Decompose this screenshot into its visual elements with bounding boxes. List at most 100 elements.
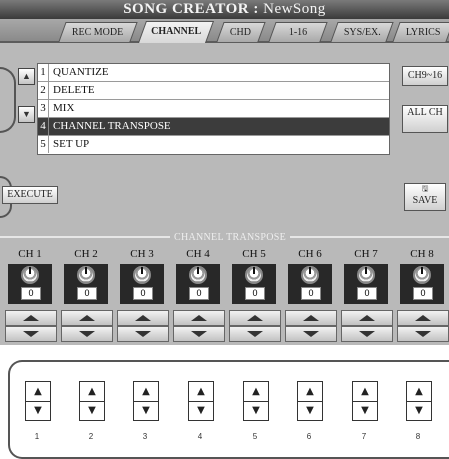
hardware-updown-button-3[interactable]: ▲ ▼ <box>133 381 159 421</box>
transpose-down-button[interactable] <box>61 326 113 342</box>
side-button-bracket-top <box>0 67 16 133</box>
up-arrow-icon[interactable]: ▲ <box>353 382 377 402</box>
tab-rec-mode[interactable]: REC MODE <box>58 22 138 42</box>
hardware-button-number: 4 <box>197 432 203 441</box>
hardware-button-number: 1 <box>34 432 40 441</box>
transpose-down-button[interactable] <box>285 326 337 342</box>
transpose-down-button[interactable] <box>5 326 57 342</box>
tab-bar: REC MODE CHANNEL CHD 1-16 SYS/EX. LYRICS <box>0 19 449 43</box>
floppy-disk-icon: 🖫 <box>421 184 429 193</box>
transpose-up-button[interactable] <box>229 310 281 326</box>
transpose-down-button[interactable] <box>117 326 169 342</box>
tab-chd[interactable]: CHD <box>216 22 266 42</box>
list-item-set-up[interactable]: 5 SET UP <box>38 136 389 153</box>
transpose-down-button[interactable] <box>341 326 393 342</box>
up-triangle-icon <box>247 315 263 321</box>
save-button[interactable]: 🖫 SAVE <box>404 183 446 211</box>
knob-icon <box>77 266 95 284</box>
transpose-up-button[interactable] <box>173 310 225 326</box>
transpose-down-button[interactable] <box>397 326 449 342</box>
hardware-button-panel <box>8 360 449 459</box>
tab-sys-ex[interactable]: SYS/EX. <box>330 22 394 42</box>
song-name: NewSong <box>263 1 326 17</box>
up-arrow-icon[interactable]: ▲ <box>80 382 104 402</box>
channel-label: CH 7 <box>354 248 378 260</box>
channel-label: CH 1 <box>18 248 42 260</box>
list-item-channel-transpose[interactable]: 4 CHANNEL TRANSPOSE <box>38 118 389 136</box>
hardware-updown-button-7[interactable]: ▲ ▼ <box>352 381 378 421</box>
up-triangle-icon: ▲ <box>22 71 31 81</box>
hardware-updown-button-1[interactable]: ▲ ▼ <box>25 381 51 421</box>
channel-label: CH 8 <box>410 248 434 260</box>
transpose-down-button[interactable] <box>173 326 225 342</box>
transpose-knob[interactable]: 0 <box>400 264 444 304</box>
transpose-up-button[interactable] <box>285 310 337 326</box>
list-up-button[interactable]: ▲ <box>18 68 35 85</box>
list-down-button[interactable]: ▼ <box>18 106 35 123</box>
hardware-updown-button-4[interactable]: ▲ ▼ <box>188 381 214 421</box>
up-arrow-icon[interactable]: ▲ <box>407 382 431 402</box>
up-arrow-icon[interactable]: ▲ <box>26 382 50 402</box>
transpose-up-button[interactable] <box>397 310 449 326</box>
down-arrow-icon[interactable]: ▼ <box>134 401 158 420</box>
up-triangle-icon <box>359 315 375 321</box>
hardware-updown-button-2[interactable]: ▲ ▼ <box>79 381 105 421</box>
transpose-up-button[interactable] <box>341 310 393 326</box>
knob-icon <box>21 266 39 284</box>
down-arrow-icon[interactable]: ▼ <box>407 401 431 420</box>
down-arrow-icon[interactable]: ▼ <box>26 401 50 420</box>
execute-button[interactable]: EXECUTE <box>2 186 58 204</box>
knob-icon <box>357 266 375 284</box>
channel-label: CH 3 <box>130 248 154 260</box>
down-arrow-icon[interactable]: ▼ <box>298 401 322 420</box>
transpose-knob[interactable]: 0 <box>288 264 332 304</box>
tab-lyrics[interactable]: LYRICS <box>392 22 449 42</box>
up-triangle-icon <box>303 315 319 321</box>
transpose-value: 0 <box>21 287 41 300</box>
tab-1-16[interactable]: 1-16 <box>268 22 328 42</box>
up-arrow-icon[interactable]: ▲ <box>134 382 158 402</box>
knob-icon <box>245 266 263 284</box>
title-bar: SONG CREATOR : NewSong <box>0 0 449 19</box>
all-ch-button[interactable]: ALL CH <box>402 105 448 133</box>
hardware-updown-button-6[interactable]: ▲ ▼ <box>297 381 323 421</box>
transpose-knob[interactable]: 0 <box>176 264 220 304</box>
title-separator: : <box>249 1 264 17</box>
down-triangle-icon <box>303 331 319 337</box>
transpose-value: 0 <box>301 287 321 300</box>
down-arrow-icon[interactable]: ▼ <box>244 401 268 420</box>
up-triangle-icon <box>79 315 95 321</box>
down-arrow-icon[interactable]: ▼ <box>353 401 377 420</box>
transpose-value: 0 <box>77 287 97 300</box>
channel-strip: CH 3 0 <box>115 248 169 344</box>
down-triangle-icon <box>359 331 375 337</box>
down-triangle-icon <box>23 331 39 337</box>
hardware-updown-button-8[interactable]: ▲ ▼ <box>406 381 432 421</box>
transpose-knob[interactable]: 0 <box>232 264 276 304</box>
list-item-quantize[interactable]: 1 QUANTIZE <box>38 64 389 82</box>
channel-strip: CH 4 0 <box>171 248 225 344</box>
transpose-up-button[interactable] <box>117 310 169 326</box>
transpose-up-button[interactable] <box>61 310 113 326</box>
up-arrow-icon[interactable]: ▲ <box>244 382 268 402</box>
ch-range-button[interactable]: CH9~16 <box>402 66 448 86</box>
hardware-updown-button-5[interactable]: ▲ ▼ <box>243 381 269 421</box>
transpose-knob[interactable]: 0 <box>8 264 52 304</box>
transpose-knob[interactable]: 0 <box>120 264 164 304</box>
down-arrow-icon[interactable]: ▼ <box>189 401 213 420</box>
up-arrow-icon[interactable]: ▲ <box>189 382 213 402</box>
up-triangle-icon <box>415 315 431 321</box>
tab-channel[interactable]: CHANNEL <box>137 21 215 43</box>
hardware-button-number: 3 <box>142 432 148 441</box>
transpose-down-button[interactable] <box>229 326 281 342</box>
transpose-knob[interactable]: 0 <box>64 264 108 304</box>
transpose-up-button[interactable] <box>5 310 57 326</box>
save-label: SAVE <box>412 195 438 206</box>
list-item-delete[interactable]: 2 DELETE <box>38 82 389 100</box>
transpose-knob[interactable]: 0 <box>344 264 388 304</box>
list-item-mix[interactable]: 3 MIX <box>38 100 389 118</box>
page-title: SONG CREATOR : NewSong <box>0 0 449 19</box>
down-arrow-icon[interactable]: ▼ <box>80 401 104 420</box>
knob-icon <box>413 266 431 284</box>
up-arrow-icon[interactable]: ▲ <box>298 382 322 402</box>
